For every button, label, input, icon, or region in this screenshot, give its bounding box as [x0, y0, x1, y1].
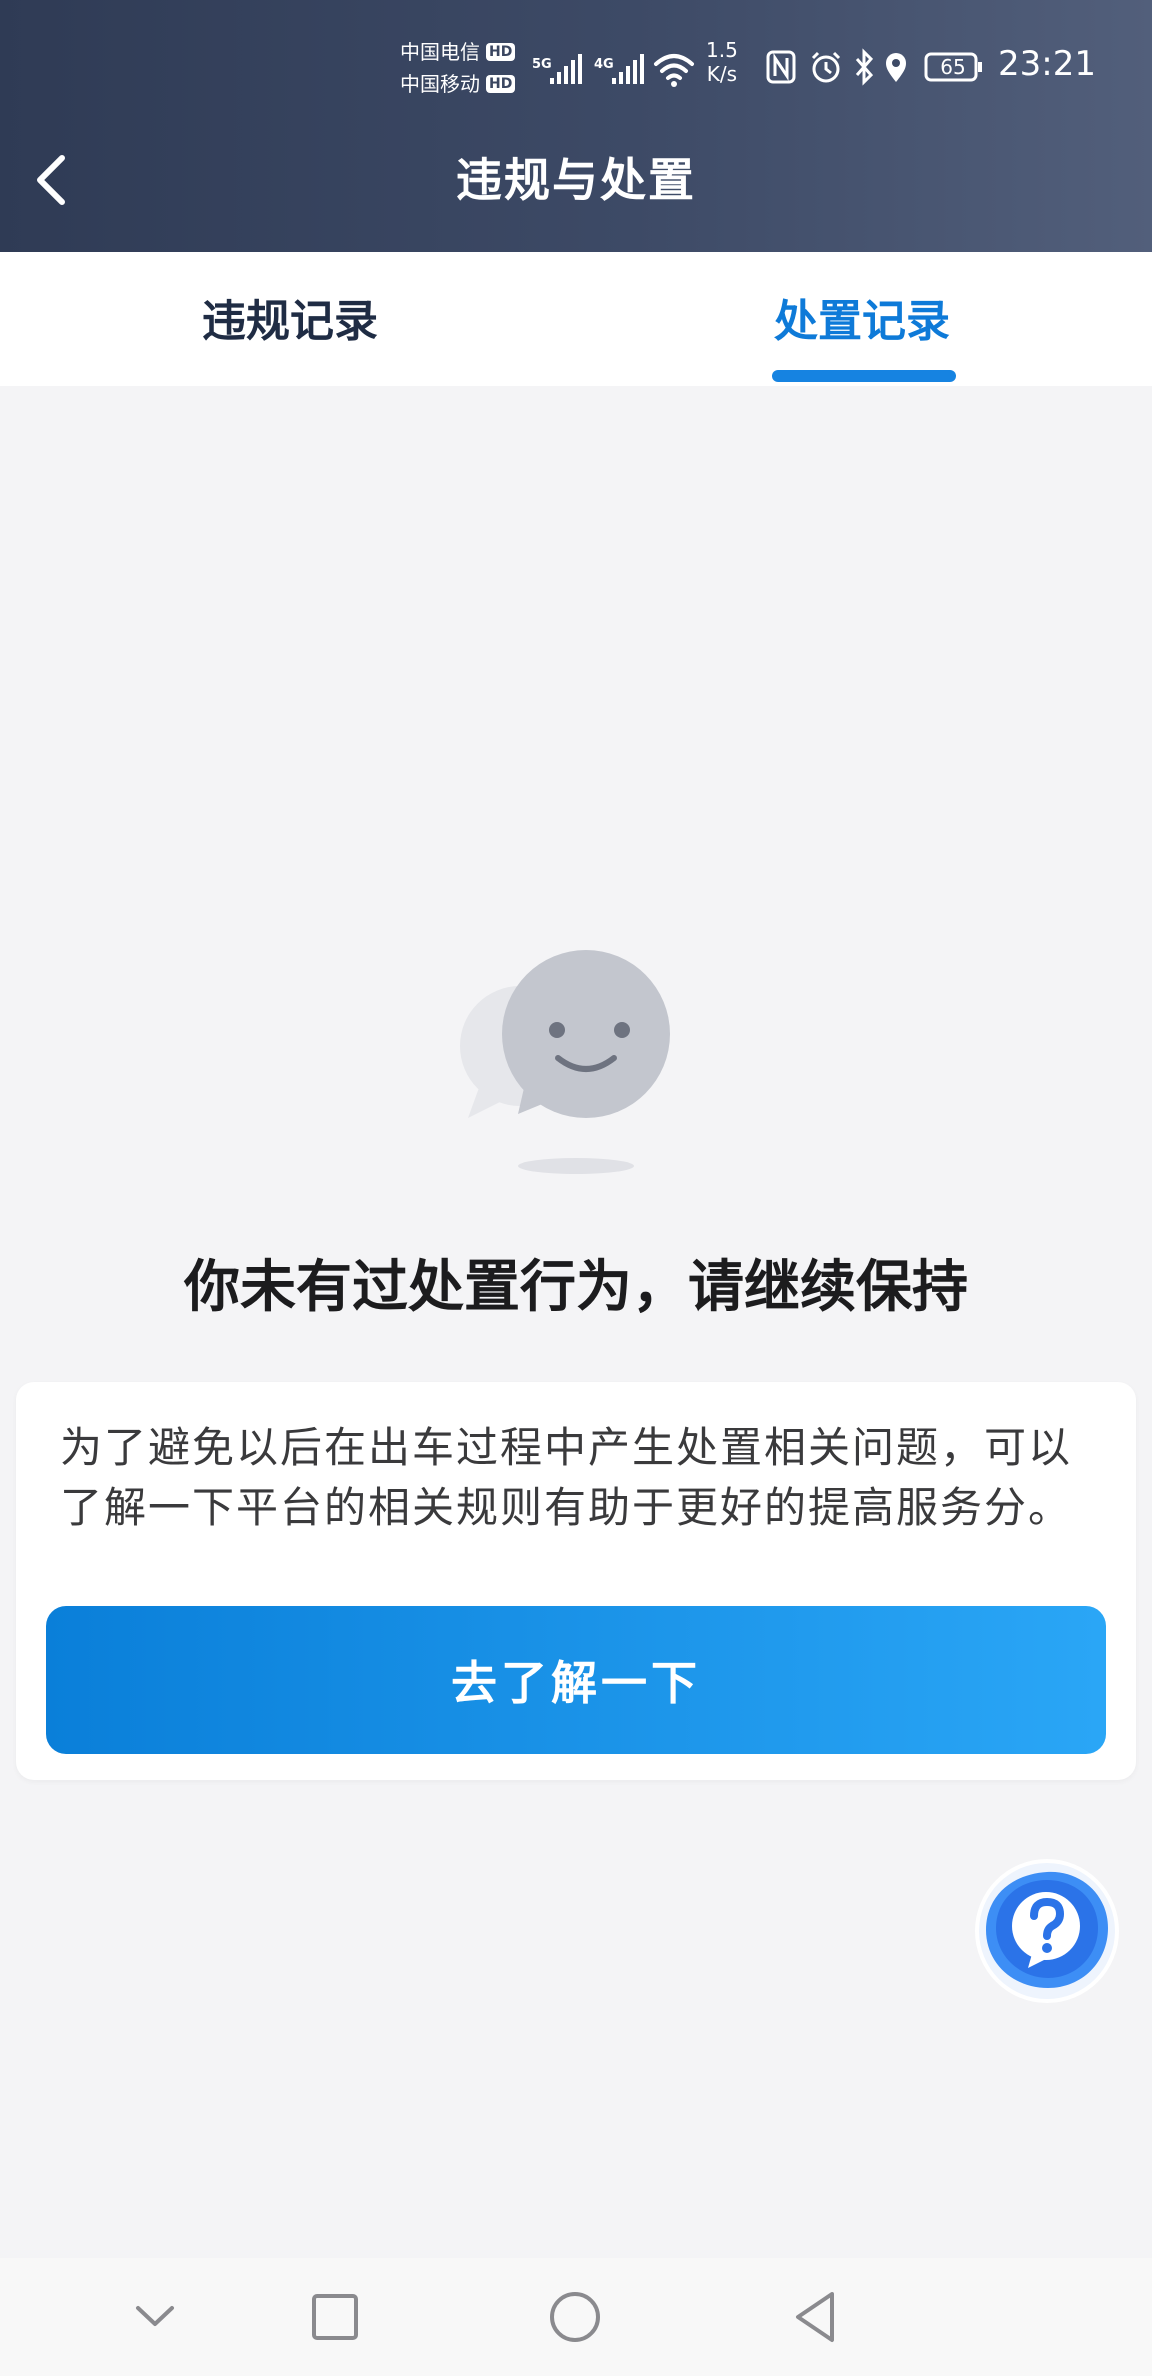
carrier-2-label: 中国移动	[400, 72, 480, 96]
wifi-icon	[654, 54, 694, 80]
app-header: 中国电信 HD 中国移动 HD 5G 4G 1.5 K/s 65 23:21 违…	[0, 0, 1152, 252]
tab-bar: 违规记录 处置记录	[0, 252, 1152, 386]
nav-home-button[interactable]	[540, 2282, 610, 2352]
alarm-icon	[811, 51, 841, 83]
carrier-1-label: 中国电信	[400, 40, 480, 64]
active-tab-indicator	[772, 370, 956, 382]
nav-back-button[interactable]	[780, 2282, 850, 2352]
shadow-shape	[518, 1158, 634, 1174]
5g-label: 5G	[532, 57, 552, 72]
clock: 23:21	[998, 44, 1096, 84]
nav-recents-button[interactable]	[300, 2282, 370, 2352]
page-title: 违规与处置	[456, 153, 696, 207]
nfc-icon	[766, 50, 796, 84]
hd-badge-2: HD	[486, 75, 516, 93]
empty-state-icon	[460, 950, 670, 1174]
tab-disposal-records[interactable]: 处置记录	[742, 292, 982, 352]
hd-badge-1: HD	[486, 43, 516, 61]
help-button[interactable]	[972, 1856, 1122, 2006]
signal-5g-icon	[550, 54, 582, 84]
net-speed: 1.5 K/s	[706, 38, 738, 86]
chevron-down-icon	[136, 2306, 174, 2326]
signal-4g-icon	[612, 54, 644, 84]
net-speed-value: 1.5	[706, 38, 738, 62]
carrier-info: 中国电信 HD 中国移动 HD	[400, 36, 516, 100]
info-card-text: 为了避免以后在出车过程中产生处置相关问题，可以了解一下平台的相关规则有助于更好的…	[60, 1423, 1073, 1532]
circle-icon	[550, 2292, 600, 2342]
system-nav-bar	[0, 2258, 1152, 2376]
location-icon	[886, 53, 906, 82]
net-speed-unit: K/s	[706, 62, 738, 86]
4g-label: 4G	[594, 57, 614, 72]
empty-state-title: 你未有过处置行为，请继续保持	[184, 1255, 968, 1320]
info-card: 为了避免以后在出车过程中产生处置相关问题，可以了解一下平台的相关规则有助于更好的…	[16, 1382, 1136, 1780]
triangle-back-icon	[796, 2292, 834, 2342]
nav-collapse-button[interactable]	[120, 2282, 190, 2352]
smiley-bubble-icon	[502, 950, 670, 1118]
square-icon	[312, 2294, 358, 2340]
status-bar: 中国电信 HD 中国移动 HD 5G 4G 1.5 K/s 65 23:21	[0, 0, 1152, 130]
learn-more-button[interactable]: 去了解一下	[46, 1606, 1106, 1754]
battery-level: 65	[940, 55, 966, 79]
bluetooth-icon	[855, 48, 874, 86]
tab-violation-records[interactable]: 违规记录	[170, 292, 410, 352]
